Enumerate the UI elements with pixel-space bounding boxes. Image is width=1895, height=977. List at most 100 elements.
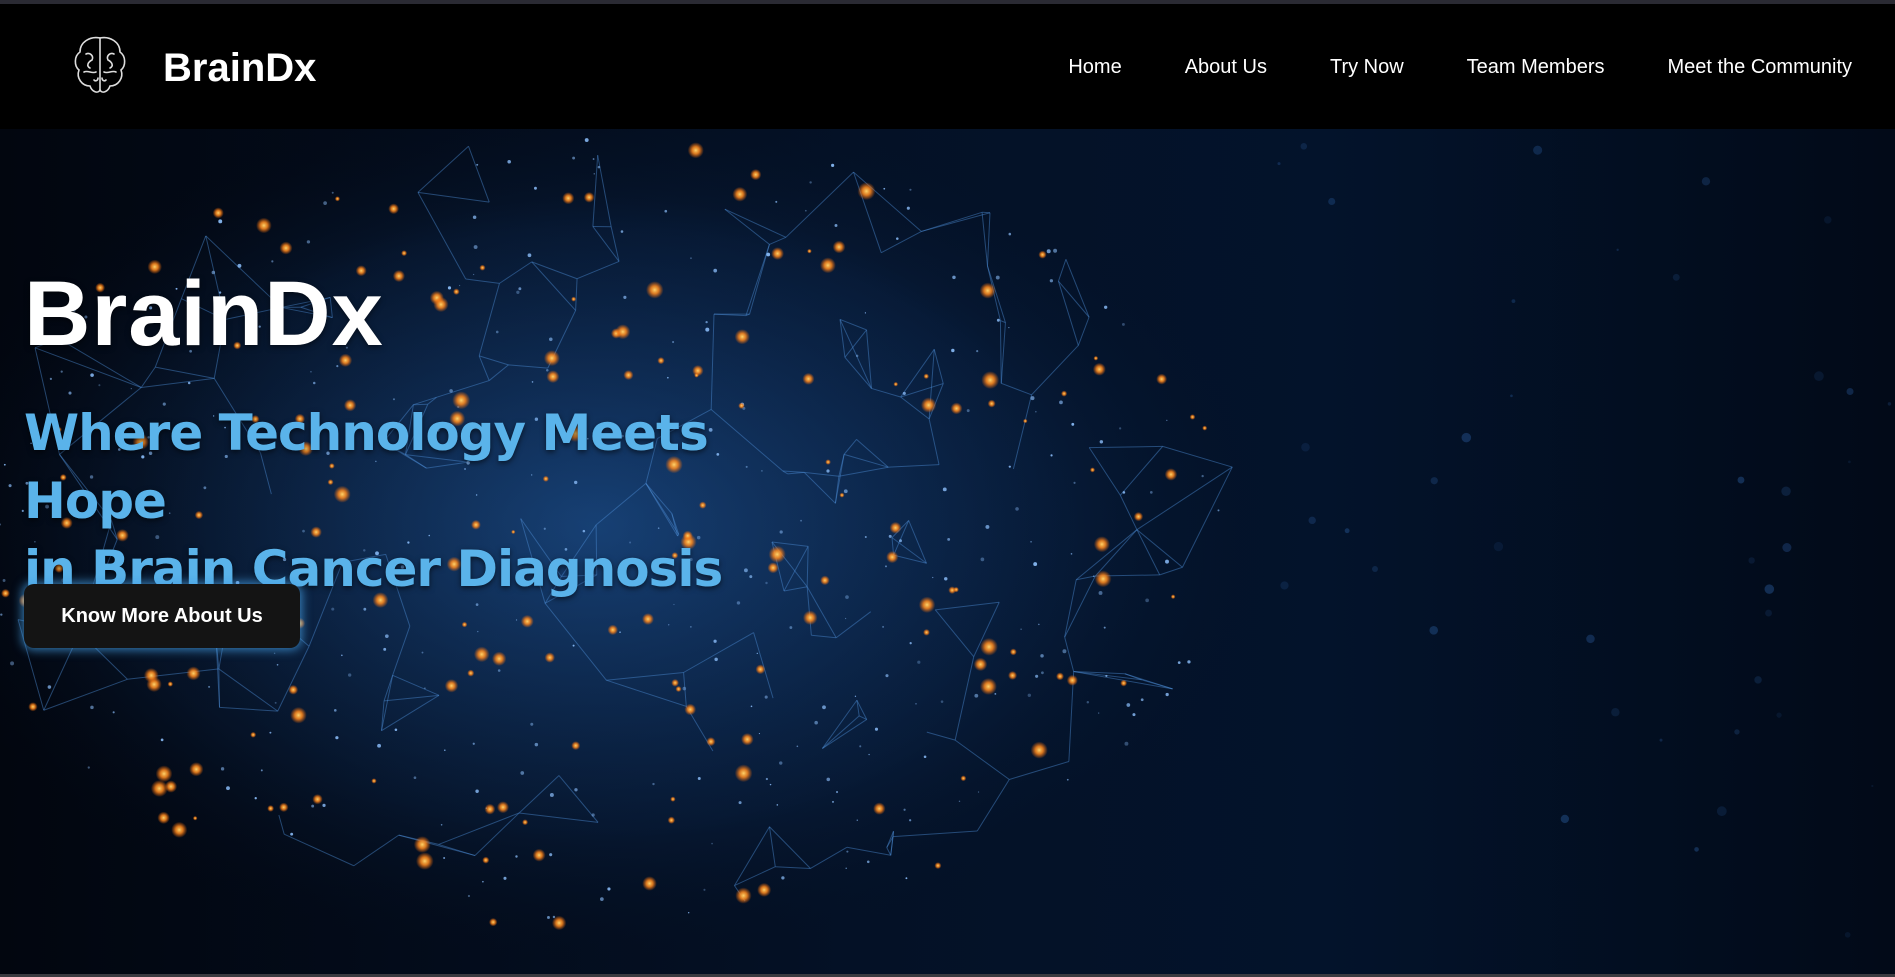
network-node <box>917 660 921 664</box>
network-node <box>1038 623 1040 626</box>
network-node <box>49 377 53 380</box>
network-node <box>90 705 94 710</box>
network-node <box>421 651 424 654</box>
network-node <box>1149 491 1153 494</box>
network-node <box>503 876 507 880</box>
network-node <box>1050 454 1053 457</box>
background-particle <box>1510 394 1513 398</box>
nav-meet-the-community[interactable]: Meet the Community <box>1667 56 1852 79</box>
glowing-neuron <box>1170 594 1176 600</box>
network-node <box>530 722 534 726</box>
know-more-button[interactable]: Know More About Us <box>24 584 300 648</box>
glowing-neuron <box>741 733 754 746</box>
network-node <box>1066 778 1069 781</box>
network-node <box>515 855 518 858</box>
glowing-neuron <box>981 371 1000 390</box>
network-node <box>549 853 553 857</box>
network-node <box>766 252 771 257</box>
network-node <box>1027 693 1032 697</box>
glowing-neuron <box>1023 418 1028 424</box>
network-node <box>705 327 710 332</box>
glowing-neuron <box>918 596 936 614</box>
background-particle <box>1586 634 1595 644</box>
glowing-neuron <box>923 373 930 380</box>
network-node <box>1070 553 1073 555</box>
network-node <box>1105 674 1108 678</box>
glowing-neuron <box>562 192 575 205</box>
glowing-neuron <box>388 203 399 215</box>
brand-name[interactable]: BrainDx <box>163 46 316 91</box>
network-node <box>942 487 947 492</box>
glowing-neuron <box>401 250 408 257</box>
network-node <box>909 642 912 645</box>
glowing-neuron <box>371 778 377 784</box>
network-node <box>440 823 443 826</box>
network-node <box>899 539 902 543</box>
glowing-neuron <box>546 370 560 384</box>
network-node <box>1062 649 1067 654</box>
network-node <box>822 705 826 710</box>
network-node <box>826 777 831 782</box>
glowing-neuron <box>1 588 10 598</box>
glowing-neuron <box>444 679 459 693</box>
network-node <box>845 617 847 620</box>
network-node <box>424 687 426 689</box>
glowing-neuron <box>1156 373 1168 385</box>
network-node <box>495 330 499 334</box>
network-node <box>531 381 534 383</box>
network-node <box>331 607 335 611</box>
network-node <box>703 888 706 891</box>
glowing-neuron <box>623 370 634 381</box>
network-node <box>497 669 501 672</box>
background-particle <box>1659 738 1663 742</box>
glowing-neuron <box>290 706 307 724</box>
glowing-neuron <box>491 651 507 666</box>
glowing-neuron <box>1202 425 1208 431</box>
glowing-neuron <box>278 802 289 813</box>
glowing-neuron <box>1120 679 1128 687</box>
network-node <box>756 652 758 655</box>
glowing-neuron <box>543 350 560 367</box>
network-node <box>475 789 479 793</box>
background-particle <box>1754 676 1762 684</box>
network-node <box>220 767 225 771</box>
network-node <box>600 897 604 901</box>
network-node <box>864 535 867 538</box>
network-node <box>472 742 475 745</box>
nav-try-now[interactable]: Try Now <box>1330 56 1404 79</box>
network-node <box>738 801 742 805</box>
background-particle <box>1871 784 1874 788</box>
network-node <box>574 788 578 792</box>
network-node <box>472 273 475 276</box>
network-node <box>846 850 849 853</box>
network-node <box>620 230 624 233</box>
glowing-neuron <box>771 247 784 260</box>
glowing-neuron <box>288 684 299 695</box>
background-particle <box>1277 162 1281 166</box>
network-node <box>473 245 478 249</box>
network-node <box>1049 279 1053 283</box>
network-node <box>1132 713 1136 717</box>
network-node <box>652 782 655 786</box>
nav-team-members[interactable]: Team Members <box>1467 56 1605 79</box>
nav-about-us[interactable]: About Us <box>1185 56 1267 79</box>
network-node <box>905 877 908 880</box>
network-node <box>312 381 316 385</box>
network-node <box>682 686 687 691</box>
network-node <box>980 557 985 562</box>
background-particle <box>1461 432 1472 443</box>
brain-outline-icon[interactable] <box>72 32 128 100</box>
network-node <box>834 223 838 227</box>
network-node <box>459 284 461 287</box>
glowing-neuron <box>873 802 886 815</box>
network-node <box>254 797 257 800</box>
network-node <box>273 652 276 655</box>
background-particle <box>1328 197 1336 206</box>
network-node <box>276 663 279 666</box>
network-node <box>1201 474 1204 478</box>
network-node <box>866 860 870 864</box>
nav-home[interactable]: Home <box>1068 56 1121 79</box>
network-node <box>714 657 718 662</box>
glowing-neuron <box>186 666 201 681</box>
glowing-neuron <box>987 399 996 408</box>
